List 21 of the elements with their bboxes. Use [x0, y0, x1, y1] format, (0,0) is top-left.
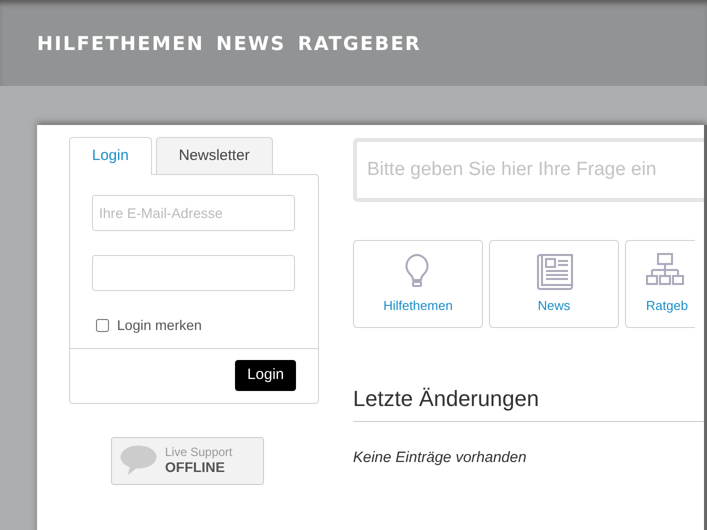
nav-link[interactable]: NEWS: [216, 33, 286, 55]
tile-link[interactable]: News: [489, 240, 619, 328]
tile-link[interactable]: Ratgeb: [625, 240, 695, 328]
password-field[interactable]: [92, 255, 295, 291]
nav-link[interactable]: RATGEBER: [298, 33, 422, 55]
tab[interactable]: Newsletter: [156, 137, 273, 174]
email-field[interactable]: Ihre E-Mail-Adresse: [92, 195, 295, 231]
offline-status: OFFLINE: [165, 459, 226, 475]
speech-bubble-icon: [120, 445, 157, 476]
remember-label: Login merken: [117, 316, 202, 335]
live-support-label: Live Support: [165, 446, 232, 459]
newspaper-icon: [535, 252, 573, 290]
tile-link[interactable]: Hilfethemen: [353, 240, 483, 328]
section-heading: Letzte Änderungen: [353, 386, 704, 422]
search-field[interactable]: Bitte geben Sie hier Ihre Frage ein: [353, 138, 704, 202]
tab[interactable]: Login: [69, 137, 152, 175]
empty-message: Keine Einträge vorhanden: [353, 448, 528, 468]
live-support-button[interactable]: Live Support OFFLINE: [111, 436, 264, 484]
login-button[interactable]: Login: [235, 360, 296, 390]
nav-link[interactable]: HILFETHEMEN: [37, 33, 204, 55]
remember-checkbox[interactable]: [96, 319, 109, 332]
